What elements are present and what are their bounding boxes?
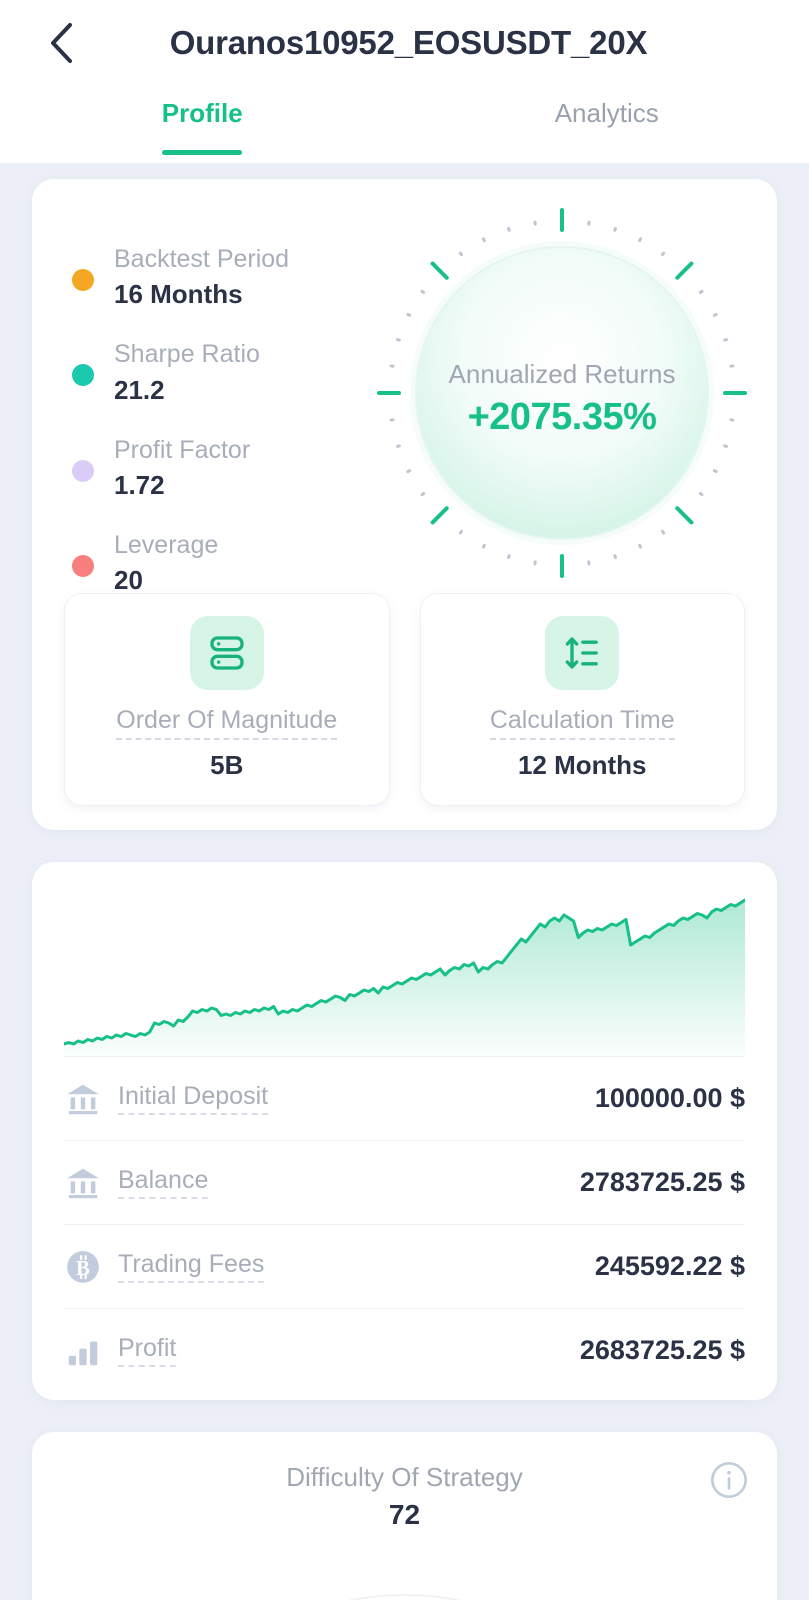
bank-icon xyxy=(64,1164,118,1202)
difficulty-card: Difficulty Of Strategy 72 Trading Risk I… xyxy=(32,1432,777,1600)
gauge-text: Annualized Returns +2075.35% xyxy=(352,359,772,439)
stat-label: Profit Factor xyxy=(114,435,251,464)
equity-card: Initial Deposit 100000.00 $ Balance 2783… xyxy=(32,862,777,1400)
tab-analytics[interactable]: Analytics xyxy=(405,86,809,163)
financial-rows: Initial Deposit 100000.00 $ Balance 2783… xyxy=(32,1056,777,1392)
calculation-time-card[interactable]: Calculation Time 12 Months xyxy=(419,593,745,806)
equity-chart xyxy=(32,888,777,1056)
row-value: 245592.22 $ xyxy=(594,1251,745,1281)
row-value: 100000.00 $ xyxy=(594,1083,745,1113)
database-icon xyxy=(189,616,264,690)
difficulty-title: Difficulty Of Strategy xyxy=(286,1462,523,1492)
info-icon[interactable] xyxy=(709,1460,749,1500)
stat-item: Profit Factor 1.72 xyxy=(72,432,332,503)
bitcoin-icon: B xyxy=(64,1248,118,1286)
stat-dot xyxy=(72,555,94,578)
order-of-magnitude-card[interactable]: Order Of Magnitude 5B xyxy=(64,593,390,806)
stat-value: 1.72 xyxy=(114,469,165,500)
bar-chart-icon xyxy=(64,1332,118,1370)
back-button[interactable] xyxy=(38,20,84,66)
chevron-left-icon xyxy=(48,22,74,64)
stat-dot xyxy=(72,364,94,387)
radar-chart: Trading Risk Index xyxy=(32,1535,777,1600)
calculation-time-value: 12 Months xyxy=(517,750,647,780)
stat-dot xyxy=(72,269,94,291)
stat-label: Leverage xyxy=(114,531,219,560)
title-bar: Ouranos10952_EOSUSDT_20X xyxy=(0,0,809,86)
gauge-label: Annualized Returns xyxy=(448,359,676,389)
row-value: 2783725.25 $ xyxy=(579,1167,745,1197)
tab-bar: Profile Analytics xyxy=(0,86,809,163)
app-screen: Ouranos10952_EOSUSDT_20X Profile Analyti… xyxy=(0,0,809,1600)
difficulty-score: 72 xyxy=(388,1499,421,1530)
order-of-magnitude-label: Order Of Magnitude xyxy=(116,706,338,740)
order-of-magnitude-value: 5B xyxy=(210,750,244,780)
stat-value: 20 xyxy=(114,565,143,596)
stat-value: 21.2 xyxy=(114,374,165,405)
mini-cards-row: Order Of Magnitude 5B Calculation Time 1… xyxy=(32,593,777,806)
profile-summary-card: Backtest Period 16 Months Sharpe Ratio 2… xyxy=(32,179,777,830)
row-label: Profit xyxy=(118,1334,177,1367)
calculation-time-label: Calculation Time xyxy=(489,706,675,740)
stat-label: Sharpe Ratio xyxy=(114,340,260,369)
gauge-value: +2075.35% xyxy=(467,396,657,438)
page-title: Ouranos10952_EOSUSDT_20X xyxy=(169,24,648,61)
radar-chart-svg xyxy=(346,1594,463,1600)
stat-item: Leverage 20 xyxy=(72,527,332,598)
stat-item: Backtest Period 16 Months xyxy=(72,241,332,312)
annualized-returns-gauge: Annualized Returns +2075.35% xyxy=(352,197,772,589)
row-value: 2683725.25 $ xyxy=(579,1335,745,1365)
difficulty-header: Difficulty Of Strategy 72 xyxy=(32,1462,777,1531)
bank-icon xyxy=(64,1080,118,1118)
header: Ouranos10952_EOSUSDT_20X Profile Analyti… xyxy=(0,0,809,163)
stat-label: Backtest Period xyxy=(114,245,290,273)
table-row: Initial Deposit 100000.00 $ xyxy=(64,1056,745,1140)
row-label: Balance xyxy=(118,1166,209,1199)
table-row: Profit 2683725.25 $ xyxy=(64,1308,745,1392)
stats-list: Backtest Period 16 Months Sharpe Ratio 2… xyxy=(32,197,332,595)
stat-dot xyxy=(72,459,94,482)
tab-analytics-label: Analytics xyxy=(554,98,659,128)
line-height-icon xyxy=(545,616,620,690)
table-row: Balance 2783725.25 $ xyxy=(64,1140,745,1224)
summary-top-row: Backtest Period 16 Months Sharpe Ratio 2… xyxy=(32,197,777,595)
equity-chart-svg xyxy=(64,898,745,1056)
row-label: Initial Deposit xyxy=(118,1082,269,1115)
tab-profile-label: Profile xyxy=(161,98,243,128)
tab-profile[interactable]: Profile xyxy=(0,86,405,163)
stat-item: Sharpe Ratio 21.2 xyxy=(72,336,332,407)
stat-value: 16 Months xyxy=(114,279,243,310)
row-label: Trading Fees xyxy=(118,1250,265,1283)
table-row: B Trading Fees 245592.22 $ xyxy=(64,1224,745,1308)
svg-text:B: B xyxy=(76,1258,90,1280)
